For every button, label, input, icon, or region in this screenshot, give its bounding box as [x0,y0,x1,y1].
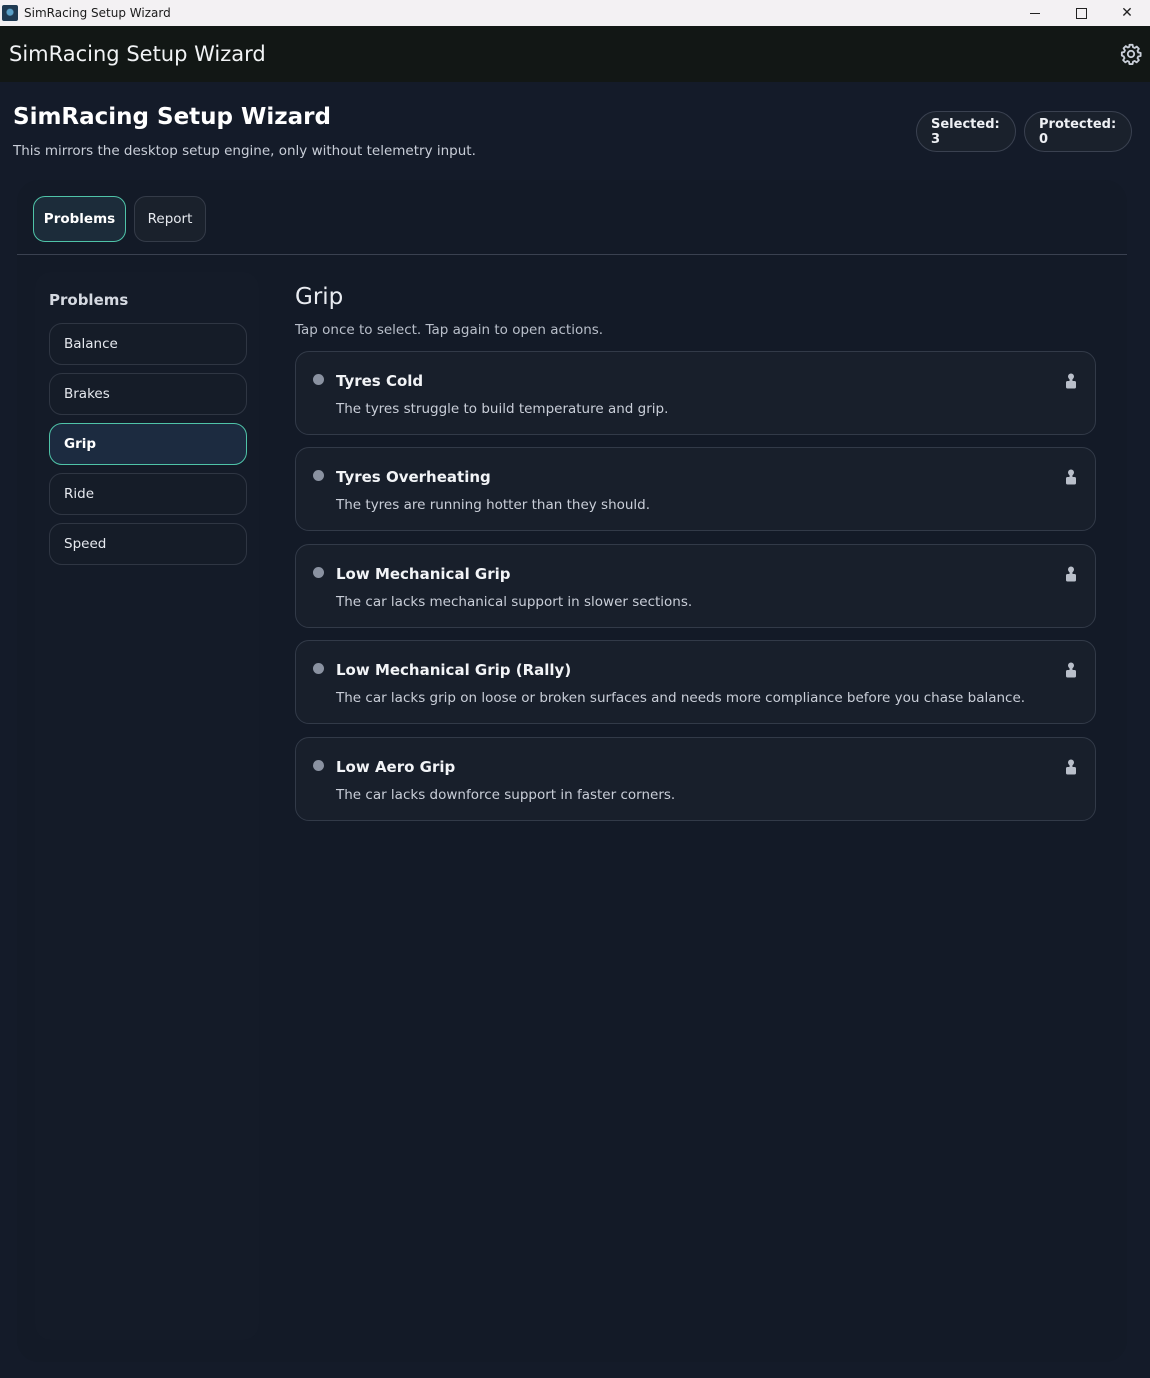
window-title: SimRacing Setup Wizard [24,6,171,20]
sidebar-item-speed[interactable]: Speed [49,523,247,565]
sidebar-heading: Problems [49,291,129,309]
protected-count-badge: Protected: 0 [1024,111,1132,152]
sidebar-item-ride[interactable]: Ride [49,473,247,515]
problem-card[interactable]: Tyres Overheating The tyres are running … [295,447,1096,531]
minimize-button[interactable] [1012,0,1058,26]
app-header: SimRacing Setup Wizard [0,26,1150,82]
main-panel: Problems Report Problems Balance Brakes … [17,180,1127,1362]
gear-icon[interactable] [1120,43,1142,65]
page-title: SimRacing Setup Wizard [13,104,331,130]
selection-dot [313,470,324,481]
selection-dot [313,663,324,674]
section-hint: Tap once to select. Tap again to open ac… [295,322,604,338]
selected-count-badge: Selected: 3 [916,111,1016,152]
problem-description: The car lacks mechanical support in slow… [336,594,693,610]
problems-sidebar: Problems Balance Brakes Grip Ride Speed [35,272,259,1340]
window-titlebar: SimRacing Setup Wizard ✕ [0,0,1150,26]
problem-description: The tyres struggle to build temperature … [336,401,669,417]
problem-title: Low Mechanical Grip [336,565,511,583]
page-subtitle: This mirrors the desktop setup engine, o… [13,143,476,159]
maximize-button[interactable] [1058,0,1104,26]
tab-bar: Problems Report [17,180,1127,255]
app-header-title: SimRacing Setup Wizard [9,42,266,66]
sidebar-item-brakes[interactable]: Brakes [49,373,247,415]
problem-title: Tyres Overheating [336,468,491,486]
problem-card[interactable]: Low Mechanical Grip (Rally) The car lack… [295,640,1096,724]
sidebar-item-grip[interactable]: Grip [49,423,247,465]
problem-description: The car lacks grip on loose or broken su… [336,690,1026,706]
close-button[interactable]: ✕ [1104,0,1150,26]
app-icon [2,5,18,21]
problem-card[interactable]: Low Mechanical Grip The car lacks mechan… [295,544,1096,628]
problem-title: Low Aero Grip [336,758,456,776]
lock-icon[interactable] [1064,758,1078,776]
lock-icon[interactable] [1064,565,1078,583]
selection-dot [313,760,324,771]
selection-dot [313,567,324,578]
tab-report[interactable]: Report [134,196,206,242]
section-title: Grip [295,284,344,310]
sidebar-item-balance[interactable]: Balance [49,323,247,365]
problem-title: Low Mechanical Grip (Rally) [336,661,572,679]
tab-problems[interactable]: Problems [33,196,126,242]
problem-card[interactable]: Low Aero Grip The car lacks downforce su… [295,737,1096,821]
lock-icon[interactable] [1064,661,1078,679]
selection-dot [313,374,324,385]
problem-card[interactable]: Tyres Cold The tyres struggle to build t… [295,351,1096,435]
problem-description: The car lacks downforce support in faste… [336,787,676,803]
problem-title: Tyres Cold [336,372,424,390]
problem-description: The tyres are running hotter than they s… [336,497,651,513]
lock-icon[interactable] [1064,372,1078,390]
lock-icon[interactable] [1064,468,1078,486]
